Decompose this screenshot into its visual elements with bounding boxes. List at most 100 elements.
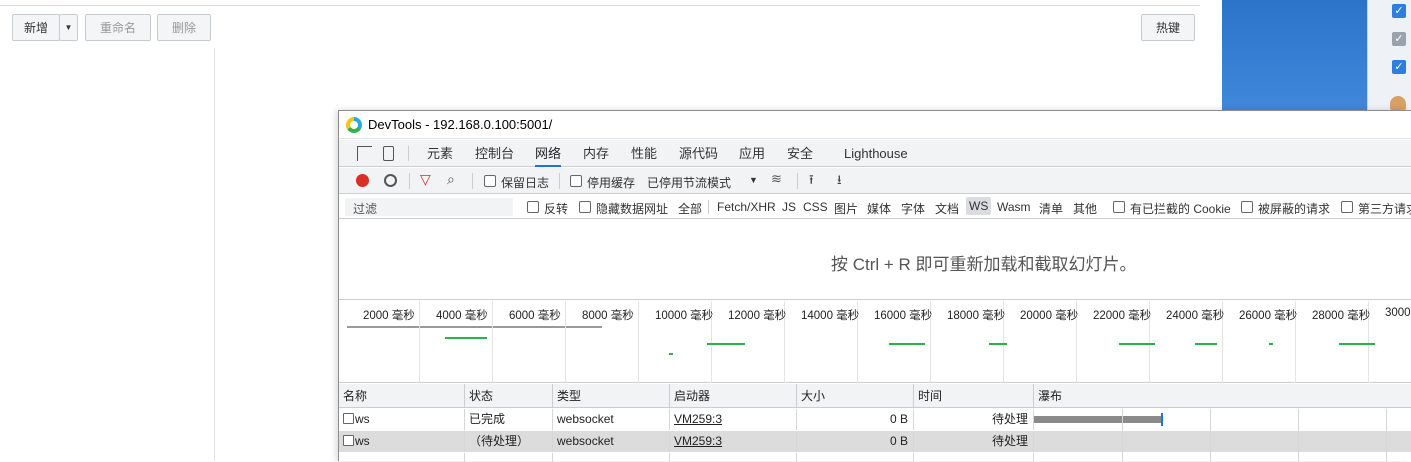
filter-type-media[interactable]: 媒体 bbox=[867, 200, 891, 217]
device-toolbar-icon[interactable] bbox=[383, 146, 394, 161]
tab-lighthouse[interactable]: Lighthouse bbox=[844, 140, 908, 167]
sidebar-divider bbox=[214, 48, 215, 461]
column-header-type[interactable]: 类型 bbox=[553, 384, 670, 408]
checkbox-checked-icon[interactable]: ✓ bbox=[1392, 60, 1406, 74]
overview-activity-bar bbox=[669, 353, 673, 355]
request-icon bbox=[343, 435, 354, 446]
overview-tick-label: 22000 毫秒 bbox=[1093, 310, 1152, 322]
export-har-icon[interactable]: ⭳ bbox=[837, 171, 842, 193]
network-overview[interactable]: 2000 毫秒 4000 毫秒 6000 毫秒 8000 毫秒 10000 毫秒 1200… bbox=[339, 301, 1411, 383]
overview-tick-label: 14000 毫秒 bbox=[801, 310, 860, 322]
column-header-status[interactable]: 状态 bbox=[465, 384, 553, 408]
request-type: websocket bbox=[553, 431, 670, 452]
hide-data-urls-checkbox[interactable] bbox=[579, 201, 591, 213]
hotkey-button[interactable]: 热键 bbox=[1141, 14, 1195, 41]
hide-data-urls-label: 隐藏数据网址 bbox=[596, 202, 669, 216]
overview-activity-bar bbox=[989, 343, 1007, 345]
waterfall-marker bbox=[1161, 413, 1163, 426]
separator bbox=[472, 173, 473, 189]
column-header-time[interactable]: 时间 bbox=[914, 384, 1034, 408]
add-dropdown-button[interactable]: ▼ bbox=[59, 14, 78, 41]
filter-type-img[interactable]: 图片 bbox=[834, 200, 858, 217]
import-har-icon[interactable]: ⭱ bbox=[809, 171, 814, 193]
tab-memory[interactable]: 内存 bbox=[583, 140, 609, 167]
overview-activity-bar bbox=[445, 337, 487, 339]
invert-label: 反转 bbox=[544, 202, 569, 216]
disable-cache-checkbox[interactable] bbox=[570, 175, 582, 187]
tab-console[interactable]: 控制台 bbox=[475, 140, 514, 167]
waterfall-bar bbox=[1034, 416, 1161, 423]
overview-tick-label: 26000 毫秒 bbox=[1239, 310, 1298, 322]
devtools-tab-bar: 元素 控制台 网络 内存 性能 源代码 应用 安全 Lighthouse bbox=[339, 140, 1411, 167]
table-row[interactable]: ws （待处理） websocket VM259:3 0 B 待处理 bbox=[339, 431, 1411, 452]
filter-icon[interactable]: ▽ bbox=[420, 171, 431, 188]
tab-security[interactable]: 安全 bbox=[787, 140, 813, 167]
add-button[interactable]: 新增 bbox=[12, 14, 60, 41]
disable-cache-label: 停用缓存 bbox=[587, 176, 636, 190]
overview-tick-label: 28000 毫秒 bbox=[1312, 310, 1371, 322]
tab-performance[interactable]: 性能 bbox=[631, 140, 657, 167]
filter-type-manifest[interactable]: 清单 bbox=[1039, 200, 1063, 217]
table-row[interactable]: ws 已完成 websocket VM259:3 0 B 待处理 bbox=[339, 409, 1411, 430]
request-time: 待处理 bbox=[914, 409, 1034, 430]
separator bbox=[708, 200, 709, 214]
tab-sources[interactable]: 源代码 bbox=[679, 140, 718, 167]
filter-bar: 过滤 反转 隐藏数据网址 全部 Fetch/XHR JS CSS 图片 媒体 字… bbox=[339, 195, 1411, 219]
waterfall-gridline bbox=[1122, 409, 1123, 462]
delete-button[interactable]: 删除 bbox=[157, 14, 211, 41]
search-icon[interactable]: ⌕ bbox=[447, 171, 455, 188]
preserve-log-label: 保留日志 bbox=[501, 176, 550, 190]
record-icon[interactable] bbox=[356, 174, 369, 187]
filter-type-other[interactable]: 其他 bbox=[1073, 200, 1097, 217]
checkbox-checked-icon[interactable]: ✓ bbox=[1392, 4, 1406, 18]
browser-logo-icon bbox=[346, 116, 362, 133]
tab-network[interactable]: 网络 bbox=[535, 140, 562, 167]
overview-activity-bar bbox=[707, 343, 745, 345]
filter-type-font[interactable]: 字体 bbox=[901, 200, 925, 217]
overview-tick-label: 16000 毫秒 bbox=[874, 310, 933, 322]
initiator-link[interactable]: VM259:3 bbox=[674, 412, 722, 426]
overview-tick-label: 2000 毫秒 bbox=[363, 310, 415, 322]
filter-type-css[interactable]: CSS bbox=[803, 200, 828, 214]
avatar bbox=[1390, 96, 1406, 110]
initiator-link[interactable]: VM259:3 bbox=[674, 434, 722, 448]
column-header-waterfall[interactable]: 瀑布 bbox=[1034, 384, 1411, 408]
overview-gridline bbox=[638, 301, 639, 383]
blocked-requests-checkbox[interactable] bbox=[1241, 201, 1253, 213]
separator bbox=[409, 173, 410, 189]
request-status: 已完成 bbox=[465, 409, 553, 430]
background-panel bbox=[1222, 0, 1367, 110]
network-conditions-icon[interactable]: ≋ bbox=[771, 171, 782, 187]
inspect-element-icon[interactable] bbox=[357, 146, 372, 161]
filter-type-all[interactable]: 全部 bbox=[678, 200, 702, 217]
overview-tick-label: 4000 毫秒 bbox=[436, 310, 488, 322]
overview-tick-label: 10000 毫秒 bbox=[655, 310, 714, 322]
blocked-cookies-checkbox[interactable] bbox=[1113, 201, 1125, 213]
preserve-log-checkbox[interactable] bbox=[484, 175, 496, 187]
tab-application[interactable]: 应用 bbox=[739, 140, 765, 167]
tab-elements[interactable]: 元素 bbox=[427, 140, 453, 167]
separator bbox=[408, 146, 409, 161]
checkbox-checked-icon[interactable]: ✓ bbox=[1392, 32, 1406, 46]
column-header-size[interactable]: 大小 bbox=[797, 384, 914, 408]
overview-gridline bbox=[419, 301, 420, 383]
column-header-initiator[interactable]: 启动器 bbox=[670, 384, 797, 408]
rename-button[interactable]: 重命名 bbox=[85, 14, 151, 41]
overview-tick-label: 12000 毫秒 bbox=[728, 310, 787, 322]
throttling-select[interactable]: 已停用节流模式 bbox=[647, 174, 731, 191]
third-party-checkbox[interactable] bbox=[1341, 201, 1353, 213]
clear-icon[interactable] bbox=[384, 174, 397, 187]
filter-type-wasm[interactable]: Wasm bbox=[997, 200, 1031, 214]
waterfall-gridline bbox=[1210, 409, 1211, 462]
filter-type-fetch-xhr[interactable]: Fetch/XHR bbox=[717, 200, 776, 214]
overview-tick-label: 6000 毫秒 bbox=[509, 310, 561, 322]
overview-gridline bbox=[492, 301, 493, 383]
chevron-down-icon[interactable]: ▼ bbox=[749, 175, 758, 185]
filter-type-doc[interactable]: 文档 bbox=[935, 200, 959, 217]
filter-type-js[interactable]: JS bbox=[782, 200, 796, 214]
filter-type-ws[interactable]: WS bbox=[966, 197, 992, 215]
filter-input[interactable]: 过滤 bbox=[345, 198, 513, 216]
overview-tick-label: 20000 毫秒 bbox=[1020, 310, 1079, 322]
invert-checkbox[interactable] bbox=[527, 201, 539, 213]
column-header-name[interactable]: 名称 bbox=[339, 384, 465, 408]
